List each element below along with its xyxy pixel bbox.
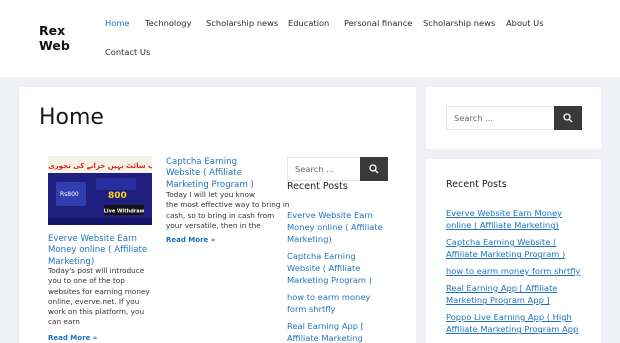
nav-scholarship-news-2[interactable]: Scholarship news <box>423 18 495 28</box>
nav-technology[interactable]: Technology <box>145 18 191 28</box>
excerpt-line: Today's post will introduce <box>48 266 145 275</box>
excerpt-line: you to one of the top <box>48 276 125 286</box>
recent-post-link[interactable]: how to earm money form shrtfly <box>287 291 387 315</box>
sidebar-recent-post-link[interactable]: Poppo Live Earning App ( High Affiliate … <box>446 311 606 335</box>
post-excerpt-everve: Today's post will introduce you to one o… <box>48 266 150 328</box>
link-line[interactable]: Poppo Live Earning App ( High <box>446 311 606 323</box>
link-line[interactable]: Website ( Affiliate <box>287 262 387 274</box>
excerpt-line: Today I will let you know <box>166 190 255 199</box>
sidebar-recent-post-link[interactable]: Real Earning App [ Affiliate Marketing P… <box>446 282 586 306</box>
post-title-captcha[interactable]: Captcha Earning Website ( Affiliate Mark… <box>166 157 254 191</box>
excerpt-line: your versatile, then in the <box>166 220 261 230</box>
logo-line-1[interactable]: Rex <box>39 23 79 38</box>
excerpt-line: websites for earning money <box>48 286 150 296</box>
excerpt-line: work on this platform, you <box>48 307 145 317</box>
excerpt-line: cash, so to bring in cash from <box>166 210 275 220</box>
sidebar-recent-post-link[interactable]: Everve Website Earn Money online ( Affil… <box>446 207 586 231</box>
link-line[interactable]: Everve Website Earn Money <box>446 207 586 219</box>
post-title-everve[interactable]: Everve Website Earn Money online ( Affil… <box>48 234 147 268</box>
nav-contact-us[interactable]: Contact Us <box>105 47 150 57</box>
page-title: Home <box>39 105 104 130</box>
nav-scholarship-news[interactable]: Scholarship news <box>206 18 278 28</box>
link-line[interactable]: how to earm money form shrtfly <box>446 265 606 277</box>
logo-line-2[interactable]: Web <box>39 38 79 53</box>
nav-education[interactable]: Education <box>288 18 329 28</box>
excerpt-line: online, everve.net. If you <box>48 296 140 306</box>
link-line[interactable]: Affiliate Marketing <box>287 332 387 343</box>
link-line[interactable]: Money online ( Affiliate <box>287 221 387 233</box>
read-more-captcha[interactable]: Read More » <box>166 236 215 244</box>
nav-personal-finance[interactable]: Personal finance <box>344 18 412 28</box>
sidebar-recent-post-link[interactable]: Captcha Earning Website ( Affiliate Mark… <box>446 236 586 260</box>
search-icon <box>563 113 573 123</box>
excerpt-line: can earn <box>48 317 80 327</box>
nav-home[interactable]: Home <box>105 18 130 28</box>
recent-post-link[interactable]: Real Earning App [ Affiliate Marketing <box>287 320 387 343</box>
post-thumbnail[interactable]: ویب سائٹ نہیں خزانے کی تجوری ہے Rs800 80… <box>48 156 152 225</box>
sidebar-recent-post-link[interactable]: how to earm money form shrtfly <box>446 265 606 277</box>
post-title-line[interactable]: Money online ( Affiliate <box>48 245 147 256</box>
site-header: Rex Web Home Technology Scholarship news… <box>0 0 620 77</box>
sidebar-search-input[interactable]: Search ... <box>446 106 555 130</box>
link-line[interactable]: Affiliate Marketing Program ) <box>446 248 586 260</box>
link-line[interactable]: Marketing Program App ] <box>446 294 586 306</box>
excerpt-line: the most effective way to bring in <box>166 200 290 210</box>
thumbnail-graphic: ویب سائٹ نہیں خزانے کی تجوری ہے Rs800 80… <box>48 156 152 225</box>
link-line[interactable]: Captcha Earning Website ( <box>446 236 586 248</box>
thumbnail-headline: ویب سائٹ نہیں خزانے کی تجوری ہے <box>48 162 152 170</box>
thumbnail-badge: Live Withdraw <box>104 209 145 215</box>
search-input[interactable]: Search ... <box>287 157 361 181</box>
post-title-line[interactable]: Website ( Affiliate <box>166 168 254 179</box>
link-line[interactable]: Real Earning App [ Affiliate <box>446 282 586 294</box>
link-line[interactable]: Everve Website Earn <box>287 209 387 221</box>
nav-about-us[interactable]: About Us <box>506 18 544 28</box>
post-title-line[interactable]: Captcha Earning <box>166 157 254 168</box>
recent-post-link[interactable]: Everve Website Earn Money online ( Affil… <box>287 209 387 246</box>
post-excerpt-captcha: Today I will let you know the most effec… <box>166 190 290 231</box>
recent-posts-title: Recent Posts <box>287 181 348 192</box>
link-line[interactable]: online ( Affiliate Marketing) <box>446 219 586 231</box>
link-line[interactable]: form shrtfly <box>287 303 387 315</box>
link-line[interactable]: how to earm money <box>287 291 387 303</box>
search-icon <box>369 164 379 174</box>
link-line[interactable]: Captcha Earning <box>287 250 387 262</box>
link-line[interactable]: Marketing) <box>287 233 387 245</box>
search-button[interactable] <box>360 157 388 181</box>
link-line[interactable]: Marketing Program ) <box>287 274 387 286</box>
link-line[interactable]: Real Earning App [ <box>287 320 387 332</box>
thumbnail-amount-big: 800 <box>108 191 127 201</box>
sidebar-recent-posts-title: Recent Posts <box>446 179 507 190</box>
link-line[interactable]: Affiliate Marketing Program App <box>446 323 606 335</box>
thumbnail-amount-small: Rs800 <box>60 191 79 198</box>
sidebar-search-button[interactable] <box>554 106 582 130</box>
site-logo[interactable]: Rex Web <box>39 23 79 53</box>
recent-post-link[interactable]: Captcha Earning Website ( Affiliate Mark… <box>287 250 387 287</box>
read-more-everve[interactable]: Read More » <box>48 334 97 342</box>
post-title-line[interactable]: Everve Website Earn <box>48 234 147 245</box>
